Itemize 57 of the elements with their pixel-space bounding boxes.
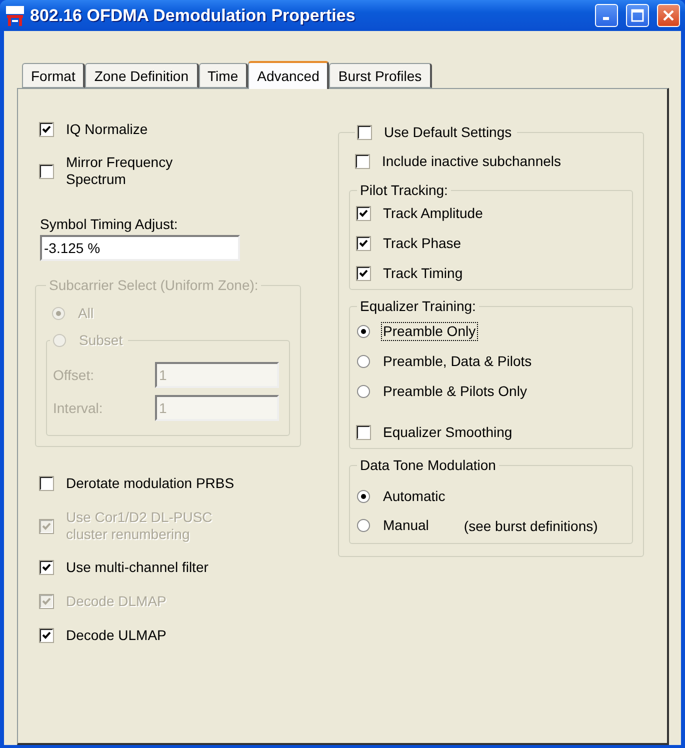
checkbox-label: Use Cor1/D2 DL-PUSC cluster renumbering	[65, 508, 214, 544]
checkbox[interactable]	[358, 126, 371, 139]
minimize-button[interactable]	[595, 4, 618, 27]
field-label: Symbol Timing Adjust:	[40, 216, 179, 232]
radio-button[interactable]	[357, 385, 370, 398]
note-text: (see burst definitions)	[464, 518, 598, 534]
radio-button[interactable]	[357, 519, 370, 532]
group-title: Data Tone Modulation	[360, 457, 496, 473]
checkbox[interactable]	[40, 164, 53, 178]
checkbox-label: Use multi-channel filter	[65, 558, 210, 577]
checkbox-label: Track Timing	[382, 264, 464, 283]
window-title: 802.16 OFDMA Demodulation Properties	[30, 6, 356, 26]
input-field[interactable]: -3.125 %	[40, 235, 240, 261]
checkbox[interactable]	[40, 629, 53, 642]
checkbox[interactable]	[357, 426, 370, 439]
checkbox[interactable]	[357, 237, 370, 250]
field-label: Offset:	[53, 367, 95, 383]
radio-label: Preamble, Data & Pilots	[382, 352, 533, 371]
checkbox[interactable]	[40, 123, 53, 136]
tab[interactable]: Advanced	[248, 61, 330, 89]
maximize-button[interactable]	[626, 4, 649, 27]
group-title: Subcarrier Select (Uniform Zone):	[49, 277, 258, 293]
radio-label: Preamble Only	[381, 322, 478, 341]
checkbox-label: Use Default Settings	[383, 123, 513, 142]
checkbox-label: Decode DLMAP	[65, 592, 168, 611]
tab[interactable]: Format	[22, 63, 86, 88]
checkbox-label: Track Phase	[382, 234, 462, 253]
checkbox-label: Include inactive subchannels	[381, 152, 562, 171]
checkbox[interactable]	[40, 477, 53, 490]
close-icon	[662, 9, 675, 22]
checkbox[interactable]	[40, 561, 53, 574]
group-title: Pilot Tracking:	[360, 182, 448, 198]
close-button[interactable]	[657, 4, 680, 27]
field-label: Interval:	[53, 400, 104, 416]
checkbox[interactable]	[356, 155, 369, 168]
radio-label: Manual	[382, 516, 430, 535]
group-title: Equalizer Training:	[360, 298, 476, 314]
radio-button[interactable]	[357, 490, 370, 503]
radio-label: All	[77, 304, 95, 323]
radio-button[interactable]	[357, 325, 370, 338]
maximize-icon	[631, 9, 644, 22]
radio-button[interactable]	[357, 355, 370, 368]
checkbox-label: Equalizer Smoothing	[382, 423, 514, 442]
tab[interactable]: Zone Definition	[85, 63, 199, 88]
radio-label: Preamble & Pilots Only	[382, 382, 528, 401]
app-icon	[6, 6, 24, 26]
checkbox-label: IQ Normalize	[65, 120, 149, 139]
checkbox-label: Derotate modulation PRBS	[65, 474, 236, 493]
checkbox-label: Decode ULMAP	[65, 626, 168, 645]
radio-label: Automatic	[382, 487, 446, 506]
tab[interactable]: Burst Profiles	[329, 63, 432, 88]
radio-label: Subset	[78, 331, 124, 350]
checkbox-label: Track Amplitude	[382, 204, 484, 223]
tab[interactable]: Time	[198, 63, 248, 88]
checkbox[interactable]	[357, 267, 370, 280]
checkbox[interactable]	[357, 207, 370, 220]
checkbox-label: Mirror Frequency Spectrum	[65, 153, 174, 189]
